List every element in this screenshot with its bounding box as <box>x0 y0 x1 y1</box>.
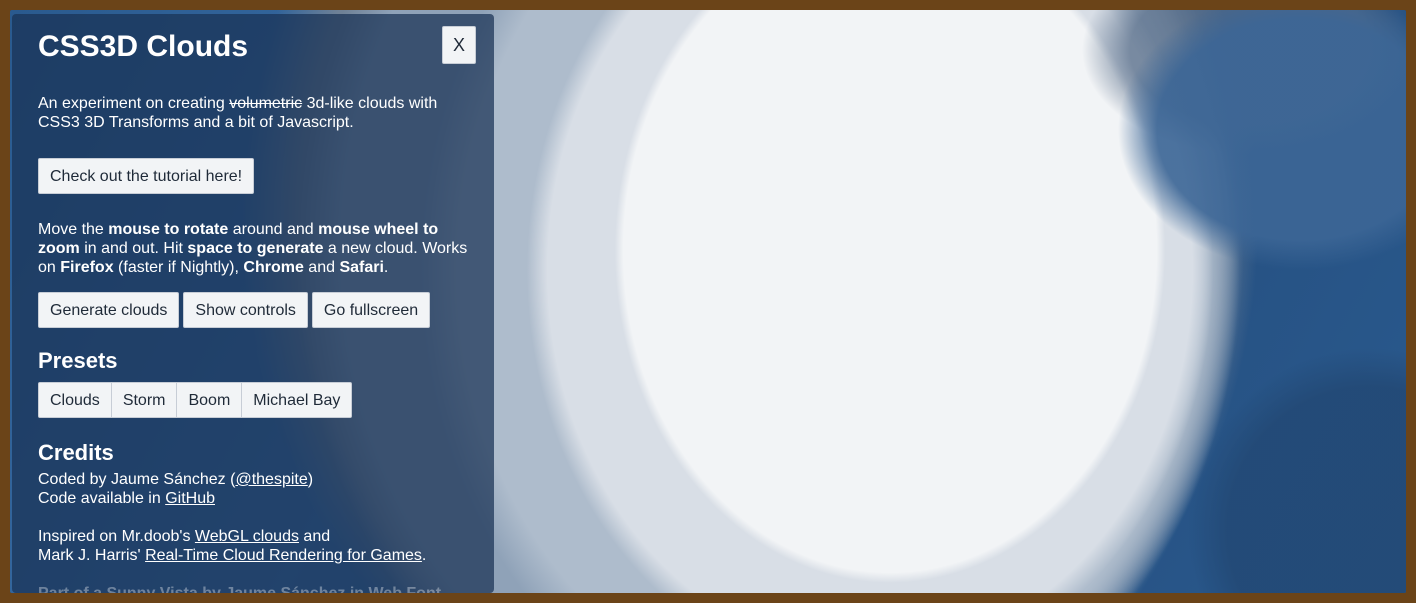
howto-bold: Safari <box>339 259 384 276</box>
viewport[interactable]: X CSS3D Clouds An experiment on creating… <box>10 10 1406 593</box>
cloud-rendering-link[interactable]: Real-Time Cloud Rendering for Games <box>145 547 422 564</box>
github-link[interactable]: GitHub <box>165 490 215 507</box>
show-controls-button[interactable]: Show controls <box>183 292 308 328</box>
harris-suffix: . <box>421 547 427 564</box>
harris-prefix: Mark J. Harris' <box>38 547 146 564</box>
fullscreen-button[interactable]: Go fullscreen <box>311 292 431 328</box>
action-buttons: Generate clouds Show controls Go fullscr… <box>38 292 468 328</box>
page-title: CSS3D Clouds <box>38 30 249 63</box>
credits-heading: Credits <box>38 440 114 465</box>
presets-heading: Presets <box>38 348 118 373</box>
preset-clouds-button[interactable]: Clouds <box>38 382 112 418</box>
intro-before: An experiment on creating <box>38 95 230 112</box>
howto-bold: Firefox <box>60 259 114 276</box>
howto-text: Move the <box>38 221 109 238</box>
howto-bold: mouse to rotate <box>108 221 229 238</box>
info-panel: X CSS3D Clouds An experiment on creating… <box>12 14 494 593</box>
generate-clouds-button[interactable]: Generate clouds <box>38 292 180 328</box>
preset-michael-bay-button[interactable]: Michael Bay <box>241 382 353 418</box>
inspired-mid: and <box>298 528 331 545</box>
preset-storm-button[interactable]: Storm <box>110 382 178 418</box>
instructions-text: Move the mouse to rotate around and mous… <box>38 220 468 277</box>
howto-text: in and out. Hit <box>79 240 188 257</box>
info-panel-content: CSS3D Clouds An experiment on creating v… <box>38 30 468 593</box>
tutorial-button[interactable]: Check out the tutorial here! <box>38 158 255 194</box>
preset-boom-button[interactable]: Boom <box>176 382 243 418</box>
credits-coded-suffix: ) <box>307 471 314 488</box>
webgl-clouds-link[interactable]: WebGL clouds <box>195 528 299 545</box>
howto-bold: space to generate <box>187 240 324 257</box>
inspired-text: Inspired on Mr.doob's WebGL clouds and M… <box>38 527 468 565</box>
preset-button-group: Clouds Storm Boom Michael Bay <box>38 382 468 418</box>
howto-bold: Chrome <box>243 259 304 276</box>
intro-text: An experiment on creating volumetric 3d-… <box>38 94 468 132</box>
intro-strikethrough: volumetric <box>229 95 303 112</box>
thespite-link[interactable]: @thespite <box>235 471 307 488</box>
howto-text: around and <box>228 221 319 238</box>
credits-text: Coded by Jaume Sánchez (@thespite) Code … <box>38 470 468 508</box>
howto-text: (faster if Nightly), <box>113 259 244 276</box>
credits-code-prefix: Code available in <box>38 490 166 507</box>
inspired-prefix: Inspired on Mr.doob's <box>38 528 195 545</box>
credits-coded-prefix: Coded by Jaume Sánchez ( <box>38 471 236 488</box>
howto-text: . <box>383 259 389 276</box>
cut-off-credit-line: Part of a Sunny Vista by Jaume Sánchez i… <box>38 584 468 593</box>
howto-text: and <box>303 259 340 276</box>
